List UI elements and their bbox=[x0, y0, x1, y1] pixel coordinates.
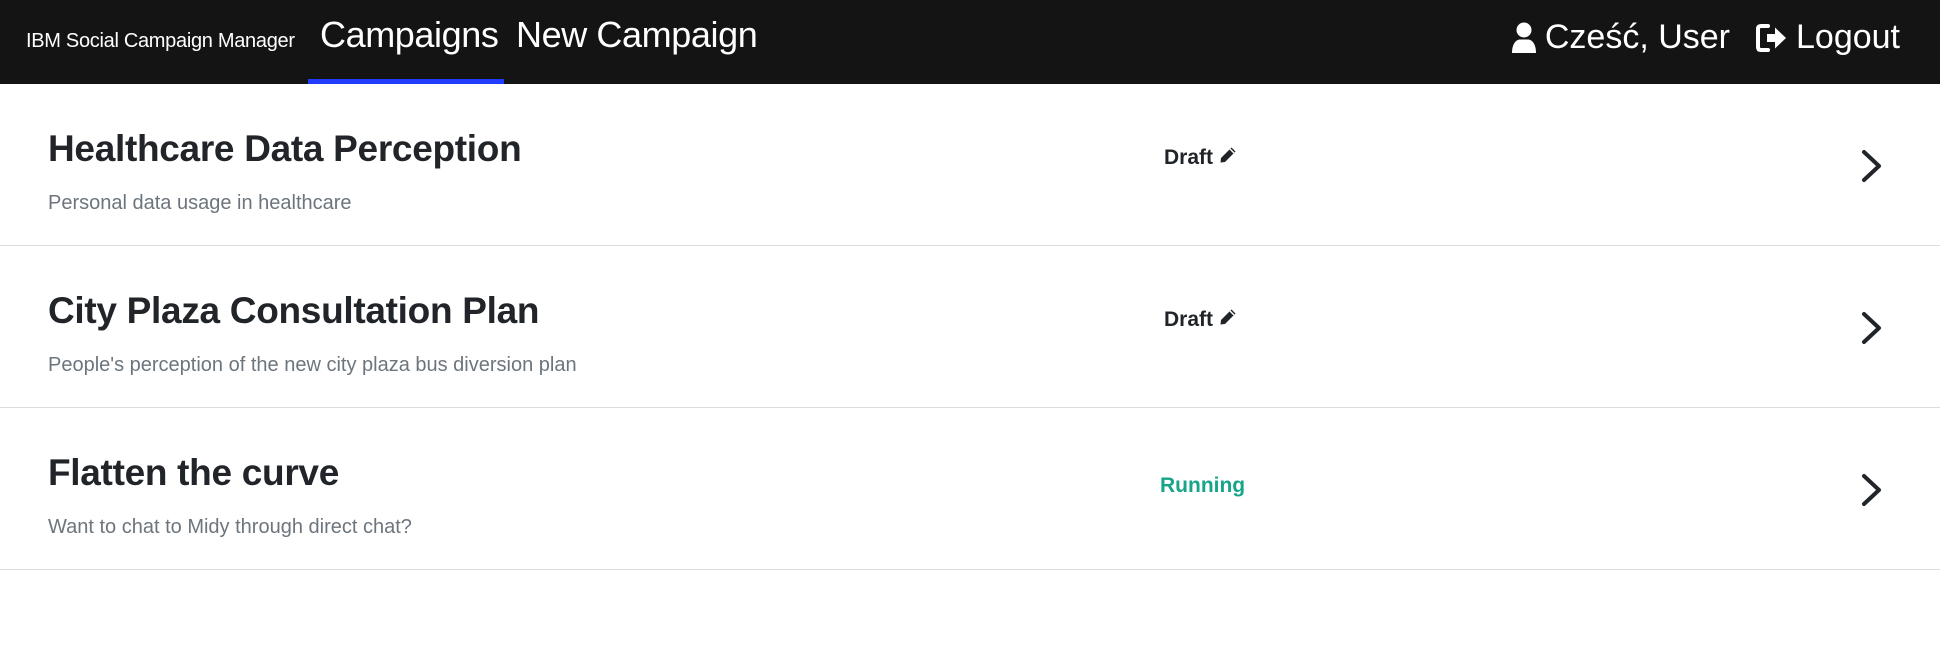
status-badge: Draft bbox=[1164, 146, 1237, 170]
campaign-description: People's perception of the new city plaz… bbox=[48, 354, 577, 376]
campaign-row[interactable]: City Plaza Consultation Plan People's pe… bbox=[0, 246, 1940, 408]
status-label: Draft bbox=[1164, 146, 1214, 169]
logout-button[interactable]: Logout bbox=[1756, 18, 1900, 57]
brand-logo[interactable]: IBM Social Campaign Manager bbox=[26, 30, 295, 53]
campaign-title: City Plaza Consultation Plan bbox=[48, 290, 540, 331]
campaign-title: Flatten the curve bbox=[48, 452, 339, 493]
pencil-icon bbox=[1219, 308, 1237, 332]
status-label: Draft bbox=[1164, 308, 1214, 331]
status-label: Running bbox=[1160, 474, 1246, 497]
pencil-icon bbox=[1219, 146, 1237, 170]
tab-new-campaign[interactable]: New Campaign bbox=[516, 14, 758, 56]
user-greeting-button[interactable]: Cześć, User bbox=[1511, 18, 1730, 57]
logout-label: Logout bbox=[1796, 18, 1900, 56]
campaign-row[interactable]: Healthcare Data Perception Personal data… bbox=[0, 84, 1940, 246]
user-greeting: Cześć, User bbox=[1544, 18, 1730, 56]
chevron-right-icon[interactable] bbox=[1860, 310, 1884, 351]
chevron-right-icon[interactable] bbox=[1860, 472, 1884, 513]
top-navbar: IBM Social Campaign Manager Campaigns Ne… bbox=[0, 0, 1940, 84]
status-badge: Draft bbox=[1164, 308, 1237, 332]
campaign-title: Healthcare Data Perception bbox=[48, 128, 522, 169]
tab-campaigns[interactable]: Campaigns bbox=[320, 14, 499, 56]
status-badge: Running bbox=[1160, 474, 1245, 498]
user-menu: Cześć, User Logout bbox=[1511, 18, 1900, 57]
chevron-right-icon[interactable] bbox=[1860, 148, 1884, 189]
user-icon bbox=[1511, 22, 1537, 54]
logout-icon bbox=[1756, 23, 1788, 53]
campaign-row[interactable]: Flatten the curve Want to chat to Midy t… bbox=[0, 408, 1940, 570]
campaign-list: Healthcare Data Perception Personal data… bbox=[0, 84, 1940, 570]
campaign-description: Personal data usage in healthcare bbox=[48, 192, 352, 214]
campaign-description: Want to chat to Midy through direct chat… bbox=[48, 516, 412, 538]
